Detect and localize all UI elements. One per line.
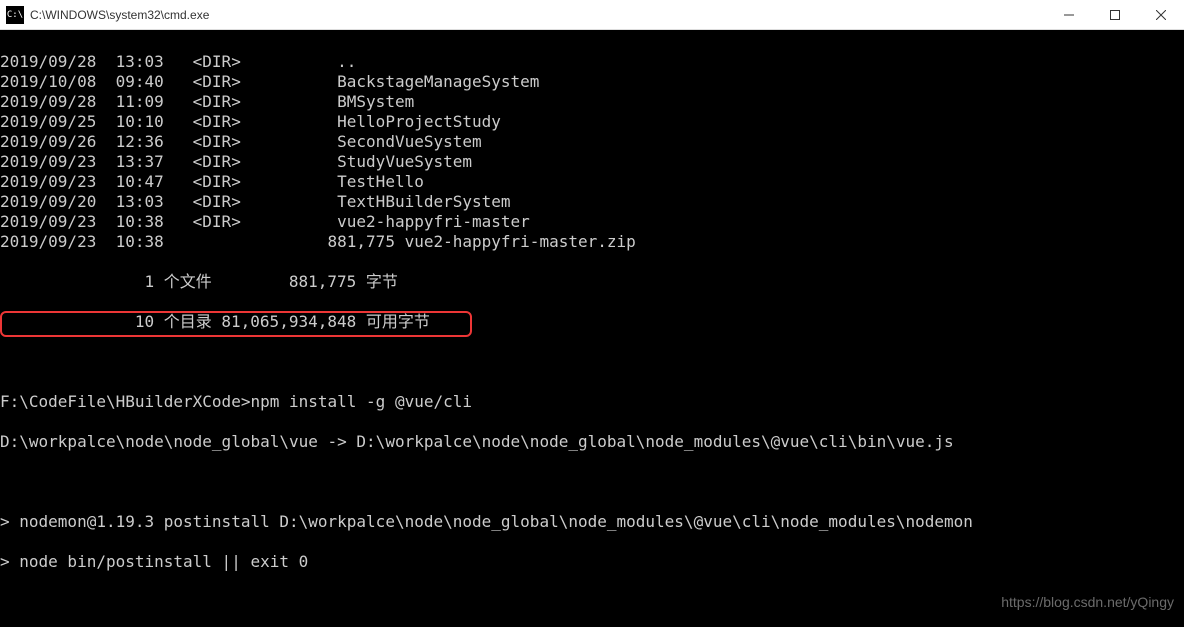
command-line-1: F:\CodeFile\HBuilderXCode>npm install -g… bbox=[0, 392, 1184, 412]
maximize-button[interactable] bbox=[1092, 0, 1138, 30]
terminal-output[interactable]: 2019/09/28 13:03 <DIR> ..2019/10/08 09:4… bbox=[0, 30, 1184, 627]
command-highlight-box bbox=[0, 311, 472, 337]
summary-files: 1 个文件 881,775 字节 bbox=[0, 272, 1184, 292]
close-button[interactable] bbox=[1138, 0, 1184, 30]
blank-line bbox=[0, 472, 1184, 492]
dir-entry: 2019/09/23 10:47 <DIR> TestHello bbox=[0, 172, 1184, 192]
postinstall-line-1: > nodemon@1.19.3 postinstall D:\workpalc… bbox=[0, 512, 1184, 532]
blank-line bbox=[0, 352, 1184, 372]
dir-entry: 2019/09/20 13:03 <DIR> TextHBuilderSyste… bbox=[0, 192, 1184, 212]
dir-entry: 2019/09/23 10:38 881,775 vue2-happyfri-m… bbox=[0, 232, 1184, 252]
dir-entry: 2019/10/08 09:40 <DIR> BackstageManageSy… bbox=[0, 72, 1184, 92]
postinstall-line-2: > node bin/postinstall || exit 0 bbox=[0, 552, 1184, 572]
dir-entry: 2019/09/28 13:03 <DIR> .. bbox=[0, 52, 1184, 72]
cmd-icon: C:\ bbox=[6, 6, 24, 24]
window-controls bbox=[1046, 0, 1184, 30]
window-titlebar: C:\ C:\WINDOWS\system32\cmd.exe bbox=[0, 0, 1184, 30]
watermark-text: https://blog.csdn.net/yQingy bbox=[1001, 592, 1174, 612]
dir-entry: 2019/09/25 10:10 <DIR> HelloProjectStudy bbox=[0, 112, 1184, 132]
symlink-output: D:\workpalce\node\node_global\vue -> D:\… bbox=[0, 432, 1184, 452]
window-title: C:\WINDOWS\system32\cmd.exe bbox=[30, 8, 1046, 22]
dir-entry: 2019/09/28 11:09 <DIR> BMSystem bbox=[0, 92, 1184, 112]
minimize-button[interactable] bbox=[1046, 0, 1092, 30]
dir-entry: 2019/09/26 12:36 <DIR> SecondVueSystem bbox=[0, 132, 1184, 152]
dir-entry: 2019/09/23 13:37 <DIR> StudyVueSystem bbox=[0, 152, 1184, 172]
dir-entry: 2019/09/23 10:38 <DIR> vue2-happyfri-mas… bbox=[0, 212, 1184, 232]
